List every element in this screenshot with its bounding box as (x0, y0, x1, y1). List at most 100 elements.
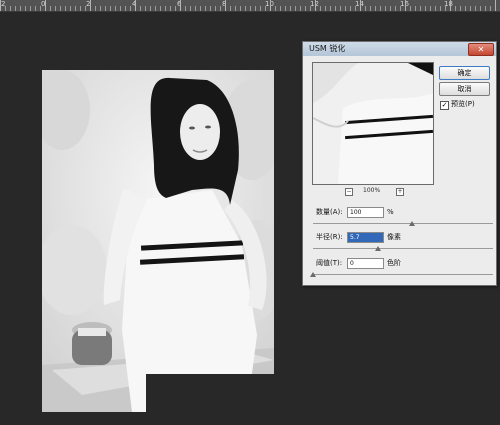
preview-image (313, 63, 433, 184)
threshold-slider[interactable] (310, 272, 493, 277)
zoom-out-button[interactable]: − (345, 188, 353, 196)
ruler-tick (255, 6, 256, 11)
ruler-tick (485, 6, 486, 11)
ruler-tick (160, 6, 161, 11)
ruler-tick (65, 6, 66, 11)
threshold-input[interactable]: 0 (347, 258, 384, 269)
ruler-tick (140, 6, 141, 11)
ruler-tick (25, 6, 26, 11)
ruler-tick (480, 6, 481, 11)
ruler-tick (90, 0, 91, 11)
ruler-tick (30, 6, 31, 11)
ruler-tick (20, 6, 21, 11)
ruler-tick (260, 6, 261, 11)
ruler-tick (335, 6, 336, 11)
amount-unit: % (387, 208, 394, 216)
ruler-tick (220, 6, 221, 11)
ruler-tick (185, 6, 186, 11)
unsharp-mask-dialog: USM 锐化 ✕ − 100% + 确定 取消 ✓ 预览(P) 数量(A): 1… (302, 41, 497, 286)
ruler-tick (470, 6, 471, 11)
ruler-tick (340, 6, 341, 11)
radius-input[interactable]: 5.7 (347, 232, 384, 243)
plus-icon: + (397, 188, 403, 195)
ruler-tick (425, 6, 426, 11)
preview-window[interactable] (312, 62, 434, 185)
ruler-tick (225, 0, 226, 11)
amount-slider-thumb[interactable] (409, 221, 415, 226)
close-icon[interactable]: ✕ (468, 43, 494, 56)
ruler-tick (10, 6, 11, 11)
ruler-tick (285, 6, 286, 11)
ruler-tick (315, 0, 316, 11)
zoom-level: 100% (363, 187, 381, 194)
photo (42, 70, 274, 412)
ruler-tick (105, 6, 106, 11)
ruler-tick (245, 6, 246, 11)
zoom-in-button[interactable]: + (396, 188, 404, 196)
ruler-tick (15, 6, 16, 11)
threshold-unit: 色阶 (387, 259, 401, 267)
ruler-tick (70, 6, 71, 11)
ruler-tick (215, 6, 216, 11)
ruler-tick (385, 6, 386, 11)
preview-checkbox[interactable]: ✓ (440, 101, 449, 110)
horizontal-ruler: 2 0 2 4 6 8 10 12 14 16 18 (0, 0, 500, 12)
ruler-tick (145, 6, 146, 11)
ruler-tick (50, 6, 51, 11)
document-canvas[interactable] (42, 70, 274, 412)
ruler-tick (280, 6, 281, 11)
ruler-tick (240, 6, 241, 11)
preview-checkbox-label: 预览(P) (451, 100, 475, 108)
threshold-label: 阈值(T): (316, 259, 343, 267)
ruler-tick (205, 6, 206, 11)
ruler-tick (310, 6, 311, 11)
ruler-tick (125, 6, 126, 11)
threshold-slider-thumb[interactable] (310, 272, 316, 277)
ok-button[interactable]: 确定 (439, 66, 490, 80)
ruler-tick (305, 6, 306, 11)
ruler-tick (235, 6, 236, 11)
ruler-tick (435, 6, 436, 11)
ruler-tick (325, 6, 326, 11)
ruler-tick (295, 6, 296, 11)
ruler-tick (375, 6, 376, 11)
watermark-area (146, 374, 274, 412)
ruler-tick (455, 6, 456, 11)
ruler-tick (100, 6, 101, 11)
ruler-tick (355, 6, 356, 11)
ruler-tick (490, 6, 491, 11)
ruler-tick (475, 6, 476, 11)
ruler-tick (410, 6, 411, 11)
ruler-tick (150, 6, 151, 11)
ruler-tick (445, 6, 446, 11)
ruler-tick (110, 6, 111, 11)
amount-slider[interactable] (313, 221, 493, 226)
ruler-tick (195, 6, 196, 11)
ruler-tick (495, 0, 496, 11)
ruler-tick (415, 6, 416, 11)
ruler-tick (80, 6, 81, 11)
ruler-tick (370, 6, 371, 11)
ruler-tick (365, 6, 366, 11)
ruler-tick (345, 6, 346, 11)
amount-input[interactable]: 100 (347, 207, 384, 218)
ruler-tick (440, 6, 441, 11)
ruler-tick (75, 6, 76, 11)
ruler-tick (320, 6, 321, 11)
ruler-tick (5, 6, 6, 11)
ruler-tick (465, 6, 466, 11)
ruler-tick (115, 6, 116, 11)
cancel-button[interactable]: 取消 (439, 82, 490, 96)
ruler-tick (460, 6, 461, 11)
ruler-tick (250, 6, 251, 11)
ruler-tick (395, 6, 396, 11)
ruler-tick (200, 6, 201, 11)
ruler-tick (95, 6, 96, 11)
ruler-tick (155, 6, 156, 11)
ruler-tick (55, 6, 56, 11)
ruler-tick (35, 6, 36, 11)
radius-slider[interactable] (313, 246, 493, 251)
radius-slider-thumb[interactable] (374, 246, 381, 251)
dialog-title-bar[interactable]: USM 锐化 ✕ (303, 42, 496, 56)
ruler-tick (210, 6, 211, 11)
